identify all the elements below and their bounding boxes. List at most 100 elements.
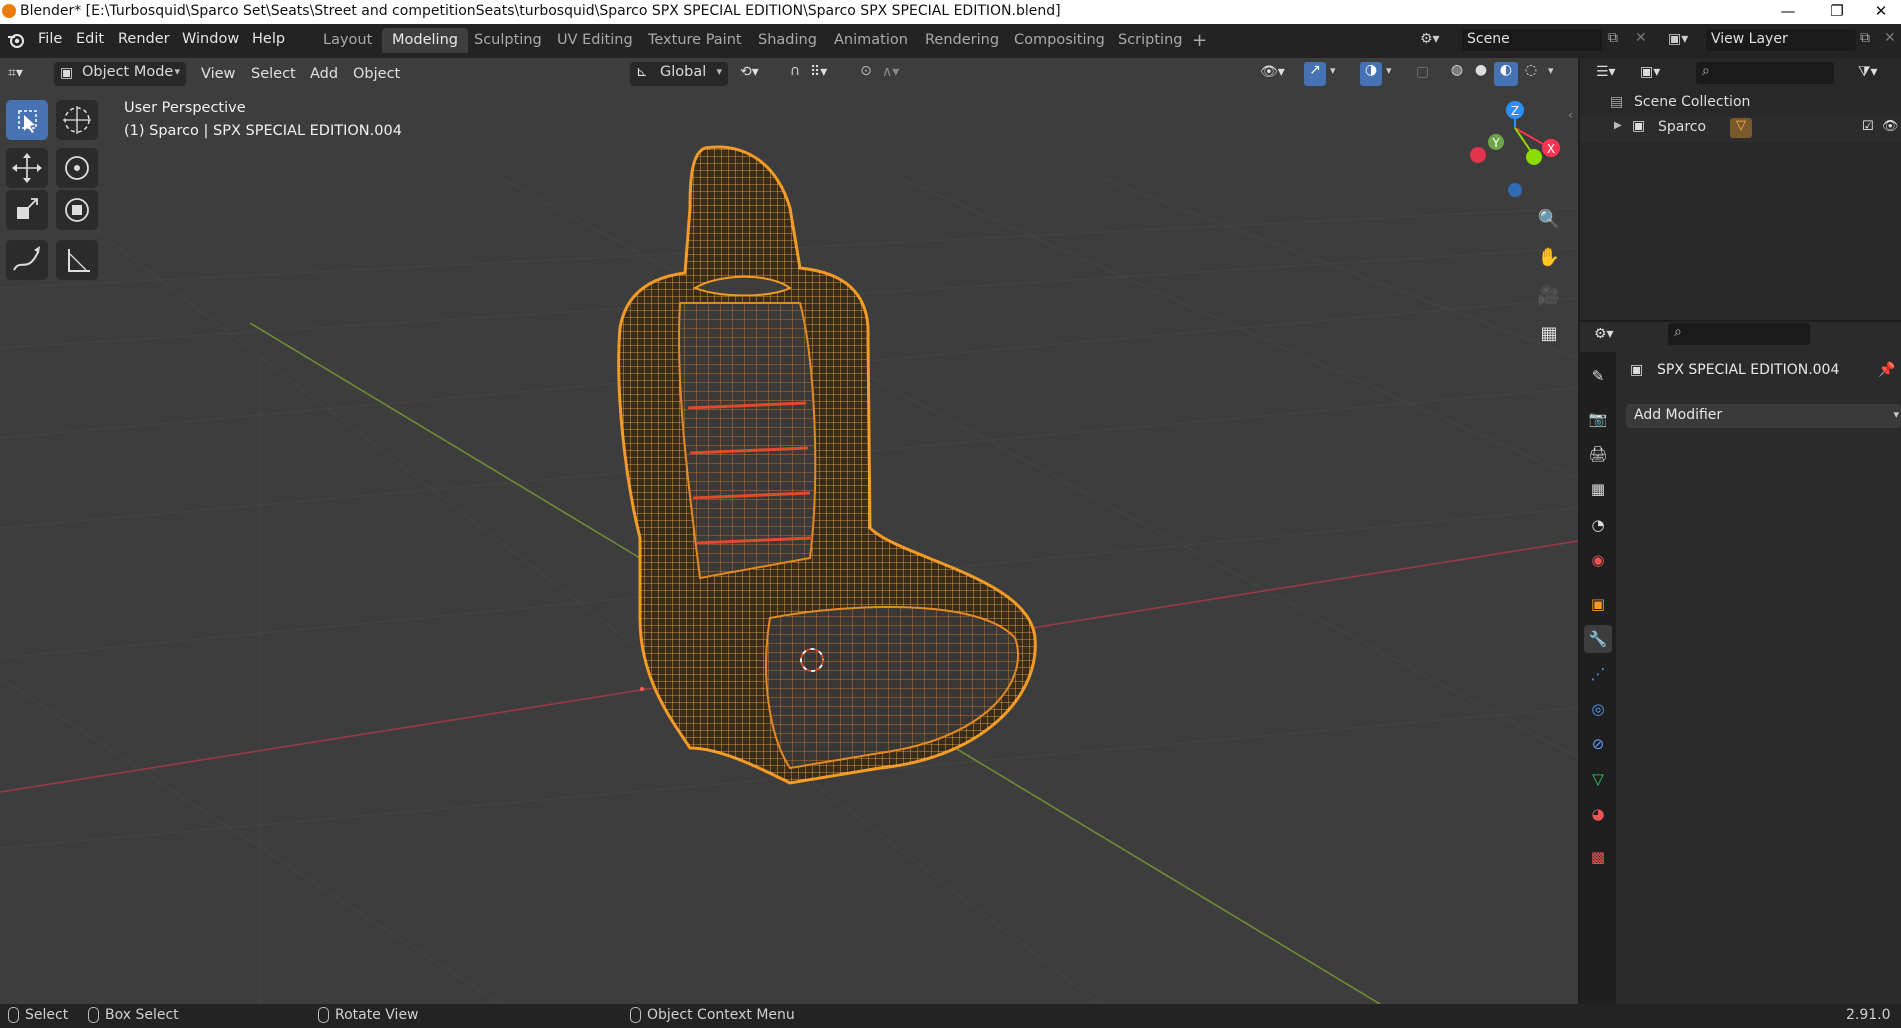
snap-toggle-icon[interactable]: ∩ (784, 63, 806, 85)
properties-search-input[interactable]: ⌕ (1668, 323, 1810, 345)
minimize-button[interactable]: — (1765, 0, 1811, 24)
wireframe-shading-icon[interactable]: ◍ (1446, 62, 1468, 86)
tab-sculpting[interactable]: Sculpting (464, 28, 552, 53)
window-titlebar: Blender* [E:\Turbosquid\Sparco Set\Seats… (0, 0, 1901, 24)
material-tab-icon[interactable]: ◕ (1584, 800, 1612, 828)
tool-tab-icon[interactable]: ✎ (1584, 362, 1612, 390)
particles-tab-icon[interactable]: ⋰ (1584, 660, 1612, 688)
shading-options-icon[interactable]: ▾ (1548, 64, 1554, 77)
scale-tool[interactable] (6, 190, 48, 230)
proportional-edit-icon[interactable]: ⊙ (855, 63, 877, 85)
tab-texture-paint[interactable]: Texture Paint (638, 28, 752, 53)
object-tab-icon[interactable]: ▣ (1584, 590, 1612, 618)
sidebar-toggle-icon[interactable]: ‹ (1568, 108, 1573, 122)
menu-help[interactable]: Help (252, 31, 285, 47)
tab-scripting[interactable]: Scripting (1108, 28, 1192, 53)
scene-browse-icon[interactable]: ⚙▾ (1420, 31, 1440, 47)
menu-window[interactable]: Window (182, 31, 239, 47)
properties-editor-type-icon[interactable]: ⚙▾ (1594, 326, 1614, 342)
transform-tool[interactable] (56, 190, 98, 230)
snap-options-icon[interactable]: ⠿▾ (810, 64, 827, 80)
add-workspace-icon[interactable]: + (1192, 30, 1207, 51)
view-layer-tab-icon[interactable]: ▦ (1584, 475, 1612, 503)
ortho-grid-icon[interactable]: ▦ (1532, 317, 1566, 351)
texture-tab-icon[interactable]: ▩ (1584, 843, 1612, 871)
measure-tool[interactable] (56, 240, 98, 280)
overlay-toggle-icon[interactable]: ◑ (1360, 62, 1382, 86)
render-tab-icon[interactable]: 📷 (1584, 405, 1612, 433)
rendered-shading-icon[interactable]: ◌ (1520, 62, 1542, 86)
close-button[interactable]: ✕ (1858, 0, 1901, 24)
gizmo-y-axis-neg[interactable] (1526, 149, 1542, 165)
viewport-canvas[interactable]: Z X Y (0, 58, 1578, 1004)
modifier-tab-icon[interactable]: 🔧 (1584, 625, 1612, 653)
tab-compositing[interactable]: Compositing (1004, 28, 1115, 53)
physics-tab-icon[interactable]: ◎ (1584, 695, 1612, 723)
outliner-editor-type-icon[interactable]: ☰▾ (1596, 64, 1616, 80)
output-tab-icon[interactable]: 🖨 (1584, 440, 1612, 468)
menu-file[interactable]: File (38, 31, 62, 47)
menu-edit[interactable]: Edit (76, 31, 104, 47)
transform-orientation-dropdown[interactable]: ⊾ Global ▾ (630, 62, 728, 86)
list-item[interactable]: ▶ ▣ Sparco ▽ ☑ 👁 (1580, 116, 1901, 142)
view-layer-browse-icon[interactable]: ▣▾ (1668, 31, 1688, 47)
cursor-tool[interactable] (56, 100, 98, 140)
tab-animation[interactable]: Animation (824, 28, 918, 53)
menu-select[interactable]: Select (251, 63, 296, 85)
tab-modeling[interactable]: Modeling (382, 28, 468, 53)
add-modifier-dropdown[interactable]: Add Modifier ▾ (1626, 404, 1901, 428)
material-preview-shading-icon[interactable]: ◐ (1494, 62, 1518, 86)
restore-button[interactable]: ❐ (1814, 0, 1860, 24)
new-scene-icon[interactable]: ⧉ (1608, 30, 1618, 46)
constraints-tab-icon[interactable]: ⊘ (1584, 730, 1612, 758)
mode-dropdown[interactable]: ▣ Object Mode ▾ (54, 62, 186, 86)
status-select-label: Select (25, 1007, 69, 1023)
scene-field[interactable]: Scene (1462, 29, 1602, 51)
select-box-tool[interactable] (6, 100, 48, 140)
exclude-checkbox[interactable]: ☑ (1862, 119, 1874, 134)
expand-arrow-icon[interactable]: ▶ (1614, 120, 1622, 131)
scene-collection-label[interactable]: Scene Collection (1634, 94, 1750, 110)
remove-scene-icon[interactable]: ✕ (1635, 30, 1647, 46)
remove-view-layer-icon[interactable]: ✕ (1884, 30, 1896, 46)
seat-model[interactable] (617, 145, 1037, 785)
gizmo-x-axis-neg[interactable] (1470, 147, 1486, 163)
menu-add[interactable]: Add (310, 63, 338, 85)
eye-icon[interactable]: 👁 (1882, 119, 1899, 134)
view-layer-field[interactable]: View Layer (1706, 29, 1856, 51)
new-view-layer-icon[interactable]: ⧉ (1860, 30, 1870, 46)
pivot-point-icon[interactable]: ⟲▾ (740, 64, 759, 80)
blender-menu-icon[interactable] (6, 30, 26, 50)
3d-viewport[interactable]: Z X Y (0, 58, 1578, 1004)
xray-toggle-icon[interactable]: ▢ (1416, 64, 1429, 80)
tab-rendering[interactable]: Rendering (915, 28, 1009, 53)
falloff-icon[interactable]: ∧▾ (882, 64, 899, 80)
solid-shading-icon[interactable]: ● (1470, 62, 1492, 86)
annotate-tool[interactable] (6, 240, 48, 280)
tab-layout[interactable]: Layout (313, 28, 382, 53)
gizmo-toggle-icon[interactable]: ↗ (1304, 62, 1326, 86)
visibility-icon[interactable]: 👁▾ (1260, 64, 1285, 80)
display-mode-icon[interactable]: ▣▾ (1640, 64, 1660, 80)
menu-view[interactable]: View (201, 63, 235, 85)
rotate-tool[interactable] (56, 148, 98, 188)
gizmo-options-icon[interactable]: ▾ (1330, 64, 1336, 77)
pin-icon[interactable]: 📌 (1878, 362, 1895, 378)
filter-icon[interactable]: ⧩▾ (1858, 64, 1878, 80)
tab-shading[interactable]: Shading (748, 28, 827, 53)
menu-object[interactable]: Object (353, 63, 400, 85)
zoom-icon[interactable]: 🔍 (1532, 203, 1566, 237)
data-tab-icon[interactable]: ▽ (1584, 765, 1612, 793)
editor-type-icon[interactable]: ⌗▾ (8, 65, 23, 81)
gizmo-z-axis-neg[interactable] (1508, 183, 1522, 197)
scene-tab-icon[interactable]: ◔ (1584, 511, 1612, 539)
camera-view-icon[interactable]: 🎥 (1532, 279, 1566, 313)
tab-uv-editing[interactable]: UV Editing (547, 28, 643, 53)
overlay-options-icon[interactable]: ▾ (1386, 64, 1392, 77)
outliner-search-input[interactable]: ⌕ (1696, 62, 1834, 84)
world-tab-icon[interactable]: ◉ (1584, 546, 1612, 574)
navigation-gizmo[interactable]: Z X Y (1470, 101, 1560, 197)
menu-render[interactable]: Render (118, 31, 170, 47)
move-tool[interactable] (6, 148, 48, 188)
pan-hand-icon[interactable]: ✋ (1532, 241, 1566, 275)
